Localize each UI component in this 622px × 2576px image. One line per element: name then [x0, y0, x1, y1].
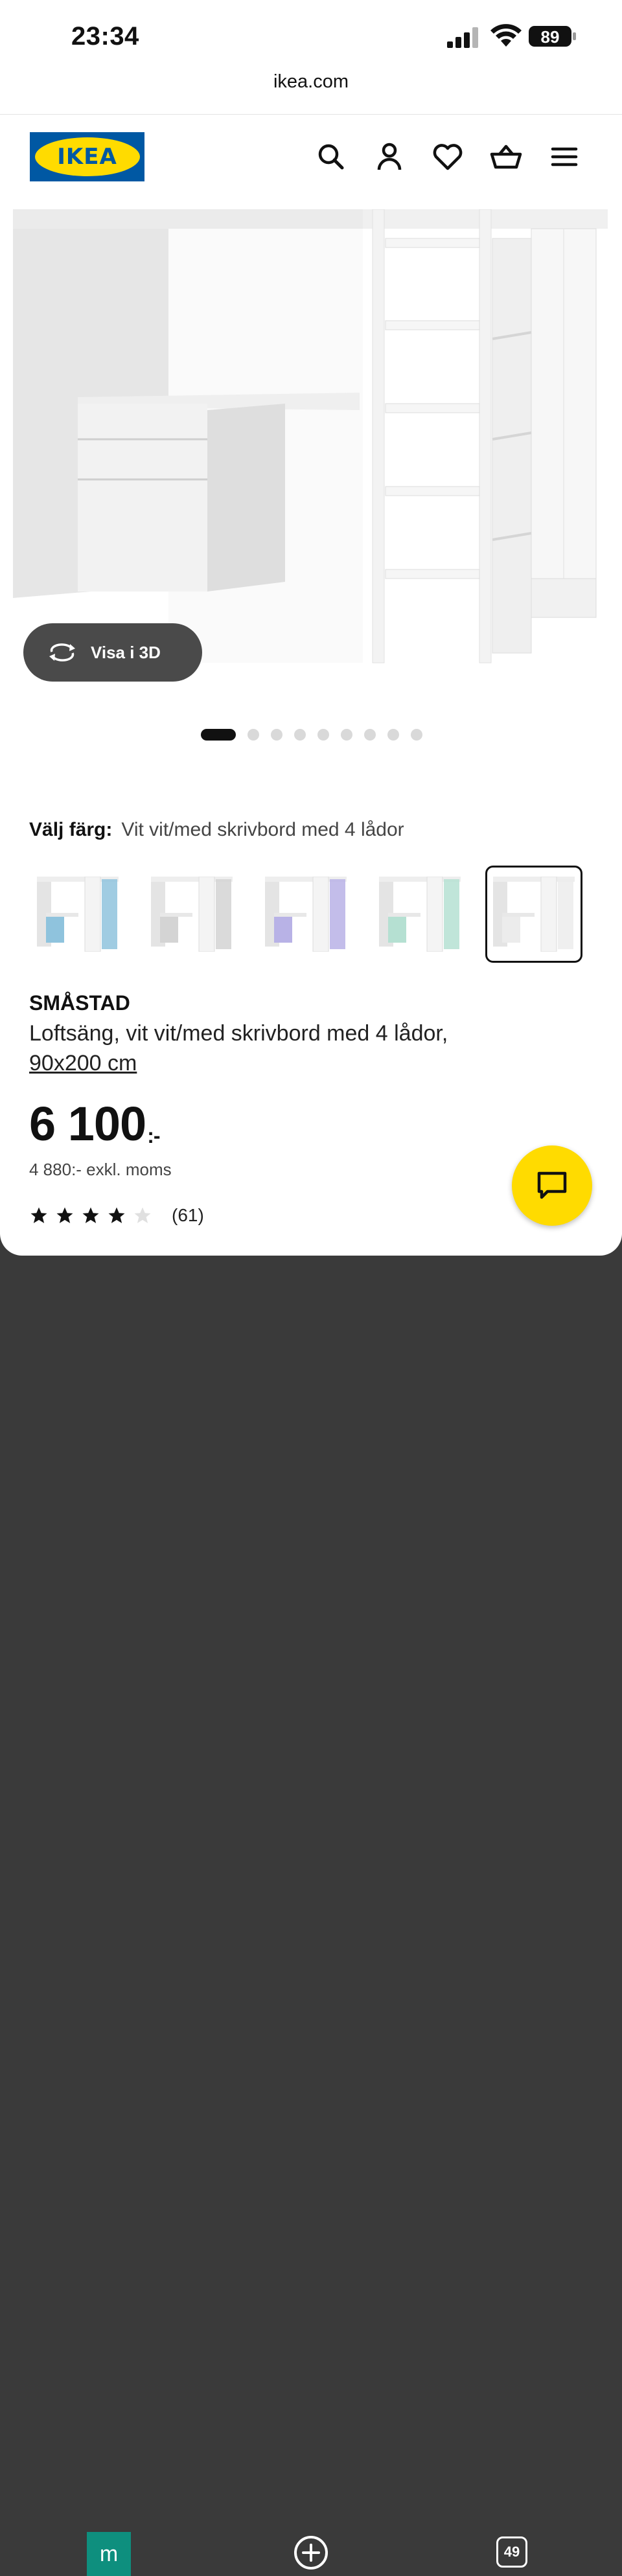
- carousel-dot[interactable]: [364, 729, 376, 741]
- color-label: Välj färg:: [29, 819, 113, 840]
- carousel-dot[interactable]: [411, 729, 422, 741]
- rating[interactable]: (61): [29, 1205, 204, 1226]
- color-value: Vit vit/med skrivbord med 4 lådor: [121, 819, 404, 840]
- battery-level: 89: [540, 27, 560, 47]
- star-empty-icon: [134, 1207, 151, 1223]
- color-swatch[interactable]: [371, 866, 468, 963]
- star-filled-icon: [82, 1207, 99, 1223]
- logo-text: IKEA: [57, 144, 117, 170]
- carousel-dot[interactable]: [294, 729, 306, 741]
- star-filled-icon: [108, 1207, 125, 1223]
- tab-switcher-button[interactable]: 49: [496, 2536, 527, 2568]
- carousel-dot[interactable]: [248, 729, 259, 741]
- status-bar: 23:34 89: [0, 0, 622, 73]
- color-swatch[interactable]: [485, 866, 582, 963]
- divider: [0, 114, 622, 115]
- search-icon[interactable]: [314, 140, 348, 174]
- price-excl-vat: 4 880:- exkl. moms: [29, 1160, 172, 1179]
- price-value: 6 100: [29, 1097, 146, 1151]
- view-3d-label: Visa i 3D: [91, 642, 161, 662]
- carousel-dot[interactable]: [201, 729, 236, 741]
- star-filled-icon: [30, 1207, 47, 1223]
- product-price: 6 100:-: [29, 1096, 161, 1151]
- price-suffix: :-: [147, 1124, 160, 1147]
- account-icon[interactable]: [373, 140, 406, 174]
- new-tab-plus-icon[interactable]: [293, 2535, 329, 2571]
- cellular-signal-icon: [447, 27, 478, 48]
- ikea-logo[interactable]: IKEA: [30, 132, 144, 181]
- battery-icon: 89: [529, 25, 577, 48]
- star-filled-icon: [56, 1207, 73, 1223]
- carousel-dot[interactable]: [317, 729, 329, 741]
- color-selector-label: Välj färg: Vit vit/med skrivbord med 4 lå…: [29, 819, 404, 841]
- chat-button[interactable]: [512, 1145, 592, 1226]
- color-swatch[interactable]: [29, 866, 126, 963]
- product-description-text: Loftsäng, vit vit/med skrivbord med 4 lå…: [29, 1021, 448, 1046]
- wifi-icon: [490, 24, 522, 47]
- carousel-dot[interactable]: [271, 729, 282, 741]
- rating-stars: [29, 1206, 159, 1225]
- extension-m-button[interactable]: m: [87, 2532, 131, 2576]
- browser-toolbar: m 49: [0, 1256, 622, 2576]
- status-time: 23:34: [71, 22, 139, 51]
- color-swatch-list: [29, 866, 599, 963]
- product-size-link[interactable]: 90x200 cm: [29, 1051, 137, 1075]
- review-count: (61): [172, 1205, 204, 1225]
- carousel-dot[interactable]: [341, 729, 352, 741]
- heart-icon[interactable]: [431, 140, 465, 174]
- rotate-3d-icon: [49, 643, 75, 661]
- view-3d-button[interactable]: Visa i 3D: [23, 623, 202, 682]
- address-bar[interactable]: ikea.com: [0, 71, 622, 93]
- browser-screen: 23:34 89 ikea.com IKEA Visa i 3D Välj fä…: [0, 0, 622, 1256]
- chat-icon: [537, 1171, 567, 1199]
- image-carousel-dots[interactable]: [201, 728, 434, 741]
- carousel-dot[interactable]: [387, 729, 399, 741]
- cart-icon[interactable]: [489, 140, 523, 174]
- product-description: Loftsäng, vit vit/med skrivbord med 4 lå…: [29, 1018, 586, 1078]
- menu-icon[interactable]: [547, 140, 581, 174]
- product-name: SMÅSTAD: [29, 991, 130, 1015]
- color-swatch[interactable]: [257, 866, 354, 963]
- color-swatch[interactable]: [143, 866, 240, 963]
